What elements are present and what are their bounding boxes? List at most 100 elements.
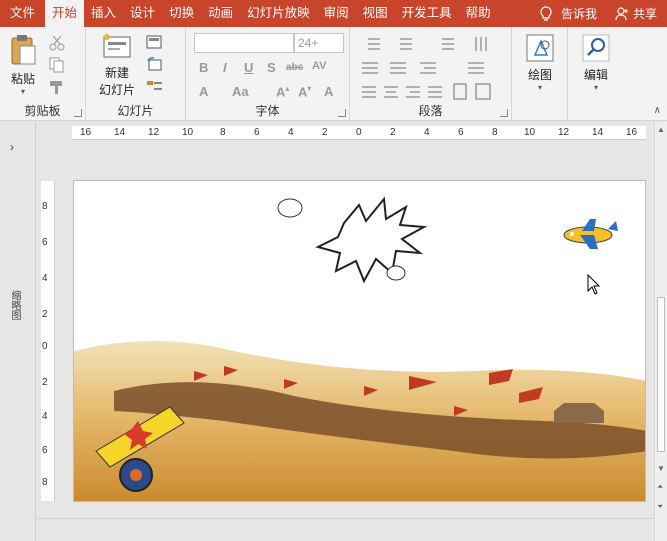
vruler-label: 8 — [42, 201, 48, 212]
smoke-puff-left — [277, 198, 303, 218]
bold-button[interactable]: B — [199, 60, 208, 75]
vruler-label: 2 — [42, 377, 48, 388]
slides-group: 新建 幻灯片 幻灯片 — [86, 27, 186, 121]
explosion-burst — [315, 196, 428, 284]
copy-icon[interactable] — [48, 57, 66, 73]
paragraph-group-label: 段落 — [418, 104, 443, 118]
strikethrough-button[interactable]: abc — [286, 62, 303, 73]
font-launcher-icon[interactable] — [338, 109, 346, 117]
powerpoint-window: 文件 开始 插入 设计 切换 动画 幻灯片放映 审阅 视图 开发工具 帮助 告诉… — [0, 0, 667, 541]
paste-dropdown-icon[interactable]: ▾ — [4, 87, 42, 96]
tab-file[interactable]: 文件 — [0, 0, 45, 27]
hruler-label: 2 — [390, 127, 396, 138]
clipboard-group: 粘贴 ▾ 剪贴板 — [0, 27, 86, 121]
airplane-illustration — [563, 219, 618, 249]
clear-format-button[interactable]: A — [324, 84, 333, 99]
new-slide-icon — [103, 34, 131, 58]
editing-button[interactable]: 编辑 ▾ — [574, 33, 618, 92]
section-icon[interactable] — [146, 79, 164, 95]
new-slide-button[interactable]: 新建 幻灯片 — [92, 33, 142, 98]
vruler-label: 4 — [42, 273, 48, 284]
scroll-down-icon[interactable]: ▼ — [657, 464, 665, 473]
smoke-puff-right — [386, 265, 406, 281]
share-label: 共享 — [632, 7, 657, 21]
paste-label: 粘贴 — [10, 72, 35, 86]
tell-me-label: 告诉我 — [560, 7, 597, 21]
tell-me-box[interactable]: 告诉我 — [531, 0, 605, 27]
scroll-up-icon[interactable]: ▲ — [657, 125, 665, 134]
font-name-field[interactable] — [194, 33, 294, 53]
shadow-button[interactable]: S — [267, 60, 276, 75]
vruler-label: 0 — [42, 341, 48, 352]
layout-icon[interactable] — [146, 35, 164, 51]
collapse-ribbon-icon[interactable]: ∧ — [654, 105, 661, 116]
ribbon-tab-bar: 文件 开始 插入 设计 切换 动画 幻灯片放映 审阅 视图 开发工具 帮助 告诉… — [0, 0, 667, 27]
tab-design[interactable]: 设计 — [123, 0, 162, 27]
notes-divider[interactable] — [36, 518, 654, 541]
hruler-label: 16 — [626, 127, 638, 138]
reset-icon[interactable] — [146, 57, 164, 73]
editing-group: 编辑 ▾ — [568, 27, 624, 121]
tab-developer[interactable]: 开发工具 — [395, 0, 459, 27]
hruler-label: 0 — [356, 127, 362, 138]
hruler-label: 12 — [148, 127, 160, 138]
change-case-button[interactable]: Aa — [232, 84, 249, 99]
paragraph-launcher-icon[interactable] — [500, 109, 508, 117]
next-slide-icon[interactable]: ⏷ — [657, 502, 663, 512]
person-icon — [615, 6, 628, 20]
font-size-field[interactable]: 24+ — [294, 33, 344, 53]
drawing-label: 绘图 — [527, 68, 552, 82]
underline-button[interactable]: U — [244, 60, 253, 75]
editing-dropdown-icon[interactable]: ▾ — [574, 83, 618, 92]
search-icon — [582, 34, 610, 62]
cut-icon[interactable] — [48, 35, 66, 51]
tab-slideshow[interactable]: 幻灯片放映 — [240, 0, 317, 27]
drawing-dropdown-icon[interactable]: ▾ — [518, 83, 562, 92]
new-slide-label-1: 新建 — [104, 66, 129, 80]
shapes-icon — [526, 34, 554, 62]
new-slide-label-2: 幻灯片 — [98, 83, 135, 97]
thumbnail-pane: › 缩略图 — [0, 122, 36, 541]
previous-slide-icon[interactable]: ⏶ — [657, 482, 663, 492]
tab-transitions[interactable]: 切换 — [162, 0, 201, 27]
drawing-button[interactable]: 绘图 ▾ — [518, 33, 562, 92]
hruler-label: 8 — [492, 127, 498, 138]
font-color-button[interactable]: A — [199, 84, 208, 99]
vruler-label: 8 — [42, 477, 48, 488]
italic-button[interactable]: I — [223, 60, 227, 75]
tab-help[interactable]: 帮助 — [459, 0, 498, 27]
expand-thumbnails-icon[interactable]: › — [10, 140, 14, 154]
paragraph-controls-icon[interactable] — [358, 33, 508, 103]
char-spacing-button[interactable]: AV — [312, 60, 326, 72]
horizontal-ruler: 16 14 12 10 8 6 4 2 0 2 4 6 8 10 12 14 1… — [72, 126, 646, 140]
hruler-label: 10 — [182, 127, 194, 138]
tab-review[interactable]: 审阅 — [317, 0, 356, 27]
hruler-label: 2 — [322, 127, 328, 138]
vruler-label: 2 — [42, 309, 48, 320]
tab-home[interactable]: 开始 — [45, 0, 85, 27]
format-painter-icon[interactable] — [48, 79, 66, 95]
clipboard-launcher-icon[interactable] — [74, 109, 82, 117]
tab-insert[interactable]: 插入 — [84, 0, 123, 27]
hruler-label: 6 — [458, 127, 464, 138]
shrink-font-button[interactable]: A▾ — [298, 84, 311, 99]
vruler-label: 6 — [42, 237, 48, 248]
vertical-scrollbar[interactable]: ▲ ▼ ⏶ ⏷ — [654, 122, 667, 541]
lightbulb-icon — [540, 5, 552, 21]
share-button[interactable]: 共享 — [605, 0, 667, 27]
tab-view[interactable]: 视图 — [356, 0, 395, 27]
hruler-label: 4 — [288, 127, 294, 138]
grow-font-button[interactable]: A▴ — [276, 84, 289, 99]
tab-animations[interactable]: 动画 — [201, 0, 240, 27]
paste-button[interactable]: 粘贴 ▾ — [4, 33, 42, 96]
hruler-label: 4 — [424, 127, 430, 138]
hruler-label: 10 — [524, 127, 536, 138]
ribbon-panel: 粘贴 ▾ 剪贴板 新建 幻灯片 幻灯片 24+ B I U S abc AV A… — [0, 27, 667, 121]
slides-group-label: 幻灯片 — [117, 104, 154, 118]
slide-canvas[interactable] — [73, 180, 646, 502]
editing-label: 编辑 — [583, 68, 608, 82]
vruler-label: 6 — [42, 445, 48, 456]
hruler-label: 16 — [80, 127, 92, 138]
drawing-group: 绘图 ▾ — [512, 27, 568, 121]
scroll-thumb[interactable] — [657, 297, 665, 452]
